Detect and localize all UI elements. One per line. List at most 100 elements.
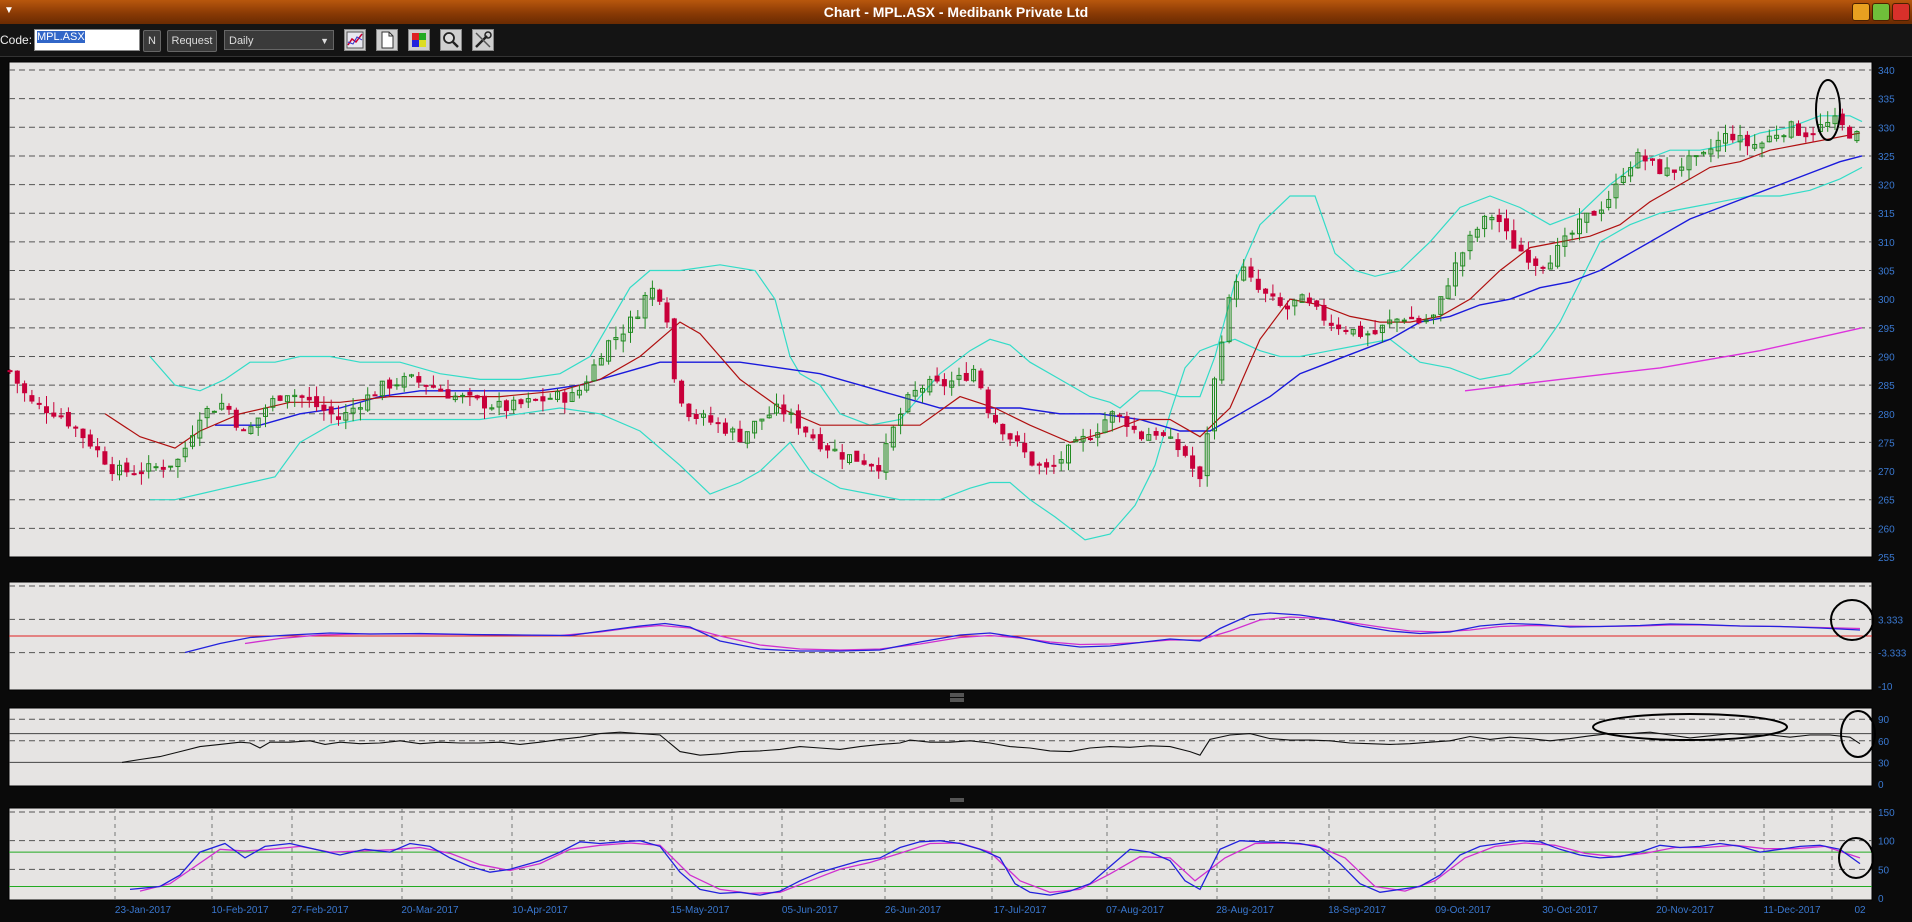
candle-down xyxy=(1847,126,1853,139)
stoch-tick-label: 0 xyxy=(1878,894,1884,905)
candle-down xyxy=(1416,317,1422,324)
rsi-tick-label: 90 xyxy=(1878,715,1890,726)
close-button[interactable] xyxy=(1892,3,1910,21)
candle-down xyxy=(1650,158,1655,161)
candle-up xyxy=(460,394,466,397)
candle-down xyxy=(868,463,874,467)
candle-down xyxy=(1131,425,1137,430)
request-button[interactable]: Request xyxy=(167,30,217,52)
price-tick-label: 265 xyxy=(1878,496,1895,507)
period-select[interactable]: Daily ▼ xyxy=(224,30,334,50)
candle-down xyxy=(562,392,568,403)
candle-down xyxy=(963,372,969,381)
candle-down xyxy=(540,396,546,402)
candle-down xyxy=(102,451,108,465)
candle-down xyxy=(1306,297,1312,304)
candle-down xyxy=(657,289,663,302)
price-tick-label: 275 xyxy=(1878,438,1895,449)
candle-down xyxy=(795,410,801,429)
candle-down xyxy=(336,416,341,420)
chart-type-icon[interactable] xyxy=(344,29,366,51)
color-palette-icon[interactable] xyxy=(408,29,430,51)
date-tick-label: 20-Mar-2017 xyxy=(401,905,459,916)
new-chart-icon[interactable] xyxy=(376,29,398,51)
code-input-value: MPL.ASX xyxy=(37,31,85,43)
date-tick-label: 28-Aug-2017 xyxy=(1216,905,1274,916)
candle-down xyxy=(58,415,64,418)
candle-down xyxy=(1139,431,1144,440)
candle-down xyxy=(876,465,882,472)
period-select-value: Daily xyxy=(229,35,254,47)
candle-down xyxy=(73,426,79,429)
candle-down xyxy=(36,402,42,405)
price-tick-label: 320 xyxy=(1878,181,1895,192)
candle-down xyxy=(1803,132,1809,138)
candle-down xyxy=(1657,159,1663,175)
candle-down xyxy=(95,446,101,451)
candle-down xyxy=(7,370,13,373)
candle-down xyxy=(1160,432,1166,436)
candle-down xyxy=(44,406,49,414)
candle-down xyxy=(467,391,473,396)
candle-down xyxy=(160,466,166,470)
macd-tick-label: 3.333 xyxy=(1878,615,1903,626)
candle-down xyxy=(693,413,699,419)
price-tick-label: 270 xyxy=(1878,467,1895,478)
candle-down xyxy=(474,395,480,399)
candle-down xyxy=(109,464,115,475)
date-axis: 23-Jan-2017 10-Feb-2017 27-Feb-2017 20-Mar-… xyxy=(115,905,1866,916)
date-tick-label: 07-Aug-2017 xyxy=(1106,905,1164,916)
price-panel-background xyxy=(8,61,1873,558)
maximize-button[interactable] xyxy=(1872,3,1890,21)
minimize-button[interactable] xyxy=(1852,3,1870,21)
macd-tick-label: -10 xyxy=(1878,682,1893,693)
splitter-handle xyxy=(950,798,964,802)
toolbar: Code: MPL.ASX N Request Daily ▼ xyxy=(0,24,1912,57)
candle-down xyxy=(1190,455,1196,469)
price-tick-label: 260 xyxy=(1878,524,1895,535)
candle-down xyxy=(1248,266,1254,278)
candle-down xyxy=(299,395,305,398)
n-button[interactable]: N xyxy=(143,30,161,52)
candle-down xyxy=(715,422,721,425)
candle-down xyxy=(1285,305,1290,310)
candle-down xyxy=(1117,414,1123,417)
rsi-panel: 90 60 30 0 xyxy=(8,698,1890,791)
stock-chart[interactable]: 3403353303253203153103053002952902852802… xyxy=(0,56,1912,922)
zoom-icon[interactable] xyxy=(440,29,462,51)
candle-down xyxy=(708,415,714,423)
candle-down xyxy=(321,404,327,411)
candle-down xyxy=(1051,464,1057,467)
candle-down xyxy=(387,379,393,389)
candle-down xyxy=(993,414,998,423)
macd-tick-label: -3.333 xyxy=(1878,649,1907,660)
candle-down xyxy=(1642,155,1648,162)
candle-down xyxy=(314,396,320,408)
candle-down xyxy=(1321,304,1327,321)
code-input[interactable]: MPL.ASX xyxy=(34,29,140,51)
candle-down xyxy=(1263,288,1269,294)
candle-down xyxy=(22,383,28,394)
splitter-handle xyxy=(950,698,964,702)
candle-down xyxy=(233,409,239,428)
price-tick-label: 335 xyxy=(1878,95,1895,106)
tools-icon[interactable] xyxy=(472,29,494,51)
candle-down xyxy=(1336,324,1342,330)
price-tick-label: 290 xyxy=(1878,352,1895,363)
candle-down xyxy=(1124,416,1130,427)
candle-down xyxy=(1044,462,1050,468)
candle-down xyxy=(1372,330,1378,335)
candle-down xyxy=(1409,316,1415,320)
candle-down xyxy=(226,405,232,410)
price-tick-label: 305 xyxy=(1878,267,1895,278)
price-tick-label: 315 xyxy=(1878,209,1895,220)
date-tick-label: 09-Oct-2017 xyxy=(1435,905,1491,916)
candle-down xyxy=(1511,230,1517,249)
price-tick-label: 330 xyxy=(1878,123,1895,134)
candle-down xyxy=(1796,123,1801,136)
candle-down xyxy=(14,370,20,384)
candle-down xyxy=(1671,169,1677,173)
candle-down xyxy=(1036,463,1042,466)
candle-up xyxy=(1401,319,1407,322)
candle-down xyxy=(1270,293,1276,297)
